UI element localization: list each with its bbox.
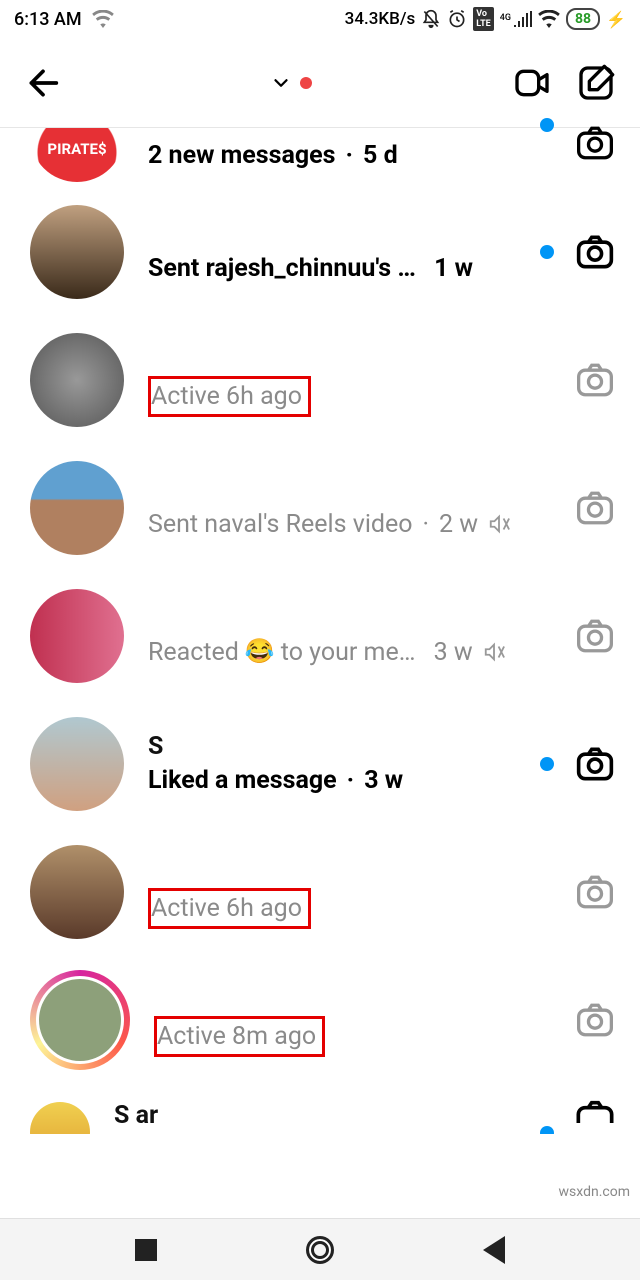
laugh-emoji: 😂 bbox=[245, 635, 275, 669]
unread-dot bbox=[540, 118, 554, 132]
alarm-icon bbox=[447, 9, 467, 29]
chat-row[interactable]: Sent rajesh_chinnuu's … 1 w bbox=[0, 188, 640, 316]
status-bar: 6:13 AM 34.3KB/s VoLTE 4G 88 ⚡ bbox=[0, 0, 640, 38]
app-header bbox=[0, 38, 640, 128]
chat-row[interactable]: Active 6h ago bbox=[0, 316, 640, 444]
active-status-highlight: Active 6h ago bbox=[148, 888, 311, 929]
account-switcher[interactable] bbox=[84, 72, 490, 94]
charging-icon: ⚡ bbox=[606, 10, 626, 29]
volte-icon: VoLTE bbox=[473, 7, 494, 31]
chat-username bbox=[148, 475, 572, 507]
battery-indicator: 88 bbox=[566, 8, 600, 30]
camera-button[interactable] bbox=[572, 741, 618, 787]
chat-list[interactable]: 2 new messages · 5 d Sent rajesh_chinnuu… bbox=[0, 128, 640, 1134]
chat-content: Sent rajesh_chinnuu's … 1 w bbox=[124, 219, 532, 286]
chat-content: Sent naval's Reels video · 2 w bbox=[124, 475, 572, 542]
avatar[interactable] bbox=[30, 1102, 90, 1134]
data-rate: 34.3KB/s bbox=[345, 9, 416, 29]
chat-username bbox=[148, 856, 572, 888]
camera-button[interactable] bbox=[572, 1088, 618, 1134]
chat-content: Active 6h ago bbox=[124, 856, 572, 929]
dnd-icon bbox=[421, 9, 441, 29]
chat-preview: Sent rajesh_chinnuu's … 1 w bbox=[148, 251, 532, 286]
recents-button[interactable] bbox=[135, 1239, 157, 1261]
chat-content: 2 new messages · 5 d bbox=[124, 138, 532, 173]
chat-preview: Sent naval's Reels video · 2 w bbox=[148, 507, 572, 542]
chevron-down-icon bbox=[270, 72, 292, 94]
avatar[interactable] bbox=[30, 589, 124, 683]
chat-username bbox=[148, 344, 572, 376]
compose-button[interactable] bbox=[574, 61, 618, 105]
chat-row[interactable]: S Liked a message · 3 w bbox=[0, 700, 640, 828]
android-nav-bar bbox=[0, 1218, 640, 1280]
home-button[interactable] bbox=[306, 1236, 334, 1264]
notification-dot bbox=[300, 77, 312, 89]
unread-dot bbox=[540, 245, 554, 259]
unread-dot bbox=[540, 1126, 554, 1134]
back-button[interactable] bbox=[22, 62, 64, 104]
muted-icon bbox=[479, 641, 505, 663]
battery-percent: 88 bbox=[575, 11, 591, 27]
camera-button[interactable] bbox=[572, 613, 618, 659]
chat-row[interactable]: S ar bbox=[0, 1084, 640, 1134]
signal-icon: 4G bbox=[500, 11, 532, 27]
status-right: 34.3KB/s VoLTE 4G 88 ⚡ bbox=[345, 7, 626, 31]
avatar[interactable] bbox=[30, 128, 124, 182]
chat-row[interactable]: Sent naval's Reels video · 2 w bbox=[0, 444, 640, 572]
camera-button[interactable] bbox=[572, 229, 618, 275]
chat-username: S ar bbox=[114, 1100, 532, 1132]
camera-button[interactable] bbox=[572, 997, 618, 1043]
video-call-button[interactable] bbox=[510, 61, 554, 105]
muted-icon bbox=[484, 513, 510, 535]
chat-row[interactable]: 2 new messages · 5 d bbox=[0, 128, 640, 188]
chat-preview: Active 8m ago bbox=[154, 1016, 572, 1057]
chat-content: S Liked a message · 3 w bbox=[124, 731, 532, 798]
chat-username bbox=[154, 984, 572, 1016]
chat-row[interactable]: Active 6h ago bbox=[0, 828, 640, 956]
chat-username bbox=[148, 603, 572, 635]
chat-content: Active 8m ago bbox=[130, 984, 572, 1057]
chat-content: Active 6h ago bbox=[124, 344, 572, 417]
wifi-icon bbox=[92, 10, 114, 28]
camera-button[interactable] bbox=[572, 120, 618, 166]
active-status-highlight: Active 6h ago bbox=[148, 376, 311, 417]
chat-row[interactable]: Active 8m ago bbox=[0, 956, 640, 1084]
avatar[interactable] bbox=[30, 845, 124, 939]
chat-username: S bbox=[148, 731, 532, 763]
watermark: wsxdn.com bbox=[559, 1184, 630, 1200]
chat-row[interactable]: Reacted 😂 to your me… 3 w bbox=[0, 572, 640, 700]
wifi-icon-2 bbox=[538, 10, 560, 28]
active-status-highlight: Active 8m ago bbox=[154, 1016, 325, 1057]
clock-text: 6:13 AM bbox=[14, 9, 82, 30]
chat-content: S ar bbox=[90, 1100, 532, 1132]
avatar[interactable] bbox=[30, 205, 124, 299]
status-left: 6:13 AM bbox=[14, 9, 114, 30]
avatar[interactable] bbox=[30, 461, 124, 555]
avatar[interactable] bbox=[30, 333, 124, 427]
avatar-with-story[interactable] bbox=[30, 970, 130, 1070]
chat-username bbox=[148, 219, 532, 251]
camera-button[interactable] bbox=[572, 357, 618, 403]
avatar[interactable] bbox=[30, 717, 124, 811]
chat-preview: Active 6h ago bbox=[148, 376, 572, 417]
camera-button[interactable] bbox=[572, 869, 618, 915]
chat-preview: Reacted 😂 to your me… 3 w bbox=[148, 635, 572, 670]
chat-preview: Liked a message · 3 w bbox=[148, 763, 532, 798]
back-button-nav[interactable] bbox=[483, 1236, 505, 1264]
unread-dot bbox=[540, 757, 554, 771]
chat-preview: 2 new messages · 5 d bbox=[148, 138, 532, 173]
chat-preview: Active 6h ago bbox=[148, 888, 572, 929]
camera-button[interactable] bbox=[572, 485, 618, 531]
chat-content: Reacted 😂 to your me… 3 w bbox=[124, 603, 572, 670]
